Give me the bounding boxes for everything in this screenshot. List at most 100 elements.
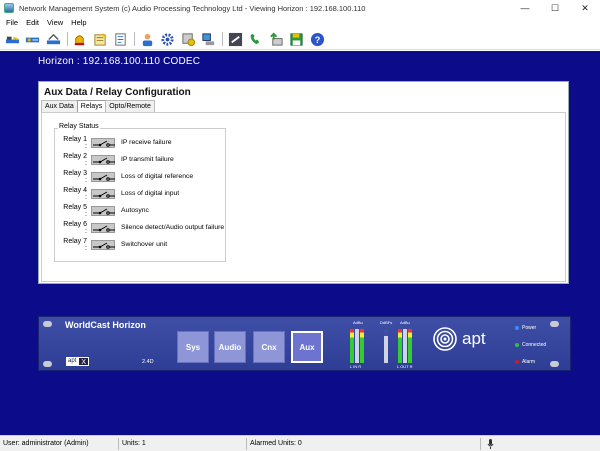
relay-row: Relay 2 : IP transmit failure <box>61 152 174 167</box>
delay-meter <box>384 329 388 363</box>
input-meter-label: AdBu <box>353 320 363 325</box>
apt-logo: apt <box>432 326 486 352</box>
tab-content: Relay Status Relay 1 : IP receive failure… <box>41 112 566 282</box>
relay-switch-icon[interactable] <box>91 137 115 148</box>
scan-icon[interactable] <box>45 31 61 47</box>
output-meter-right <box>408 329 412 363</box>
phone-icon[interactable] <box>248 31 264 47</box>
screw <box>550 321 559 327</box>
device-button-sys[interactable]: Sys <box>177 331 209 363</box>
output-meter-mid <box>403 329 407 363</box>
save-icon[interactable] <box>289 31 305 47</box>
device-version: 2.4D <box>142 359 154 365</box>
group-label: Relay Status <box>58 123 100 130</box>
screw <box>43 321 52 327</box>
relay-description: Silence detect/Audio output failure <box>121 224 225 231</box>
aptx-logo-x: X <box>78 357 90 366</box>
relay-name: Relay 6 : <box>63 220 87 235</box>
tab-strip: Aux Data Relays Opto/Remote <box>41 100 155 113</box>
relay-row: Relay 7 : Switchover unit <box>61 237 168 252</box>
relay-description: Switchover unit <box>121 241 168 248</box>
relay-switch-icon[interactable] <box>91 205 115 216</box>
device-list-icon[interactable] <box>25 31 41 47</box>
delay-meter-label: DdBFs <box>380 320 393 325</box>
help-icon[interactable]: ? <box>309 31 325 47</box>
aptx-logo: apt X <box>66 357 90 366</box>
device-header: Horizon : 192.168.100.110 CODEC <box>38 56 201 67</box>
output-meter-left <box>398 329 402 363</box>
screw <box>550 361 559 367</box>
input-meter-mid <box>355 329 359 363</box>
power-label: Power <box>522 325 537 331</box>
maximize-button[interactable]: ☐ <box>540 0 570 16</box>
device-button-audio[interactable]: Audio <box>214 331 246 363</box>
panel-title: Aux Data / Relay Configuration <box>44 87 191 98</box>
apt-logo-text: apt <box>462 329 486 348</box>
main-area: Horizon : 192.168.100.110 CODEC Aux Data… <box>0 51 600 435</box>
relay-switch-icon[interactable] <box>91 239 115 250</box>
menu-edit[interactable]: Edit <box>26 18 39 27</box>
relay-status-group: Relay Status Relay 1 : IP receive failure… <box>54 123 226 262</box>
alarm-log-icon[interactable] <box>92 31 108 47</box>
toolbar-separator <box>222 32 223 46</box>
relay-switch-icon[interactable] <box>91 154 115 165</box>
relay-row: Relay 5 : Autosync <box>61 203 149 218</box>
menu-file[interactable]: File <box>6 18 18 27</box>
relay-row: Relay 1 : IP receive failure <box>61 136 172 150</box>
relay-name: Relay 4 : <box>63 186 87 201</box>
menu-view[interactable]: View <box>47 18 63 27</box>
relay-name: Relay 5 : <box>63 203 87 218</box>
relay-switch-icon[interactable] <box>91 188 115 199</box>
transfer-icon[interactable] <box>227 31 243 47</box>
relay-name: Relay 2 : <box>63 152 87 167</box>
connected-label: Connected <box>522 342 547 348</box>
app-icon <box>4 3 14 13</box>
relay-description: Loss of digital reference <box>121 173 194 180</box>
settings-gear-icon[interactable] <box>160 31 176 47</box>
toolbar-separator <box>134 32 135 46</box>
device-button-cnx[interactable]: Cnx <box>253 331 285 363</box>
device-front-panel: WorldCast Horizon apt X 2.4D Sys Audio C… <box>38 316 571 371</box>
device-icon[interactable] <box>201 31 217 47</box>
input-lr-label: L IN R <box>350 364 362 369</box>
status-bar: User: administrator (Admin) Units: 1 Ala… <box>0 435 600 451</box>
relay-description: Loss of digital input <box>121 190 180 197</box>
user-icon[interactable] <box>139 31 155 47</box>
alarm-bell-icon[interactable] <box>72 31 88 47</box>
report-icon[interactable] <box>113 31 129 47</box>
input-meter-left <box>350 329 354 363</box>
minimize-button[interactable]: — <box>510 0 540 16</box>
relay-description: IP transmit failure <box>121 156 174 163</box>
status-alarmed: Alarmed Units: 0 <box>250 440 302 447</box>
relay-description: IP receive failure <box>121 139 172 146</box>
relay-switch-icon[interactable] <box>91 222 115 233</box>
network-view-icon[interactable] <box>4 31 20 47</box>
tab-opto-remote[interactable]: Opto/Remote <box>105 100 155 112</box>
aptx-logo-text: apt <box>66 357 79 366</box>
apt-waves-icon <box>433 327 457 351</box>
device-button-aux[interactable]: Aux <box>291 331 323 363</box>
menu-bar: File Edit View Help <box>0 16 600 29</box>
output-meter-label: AdBu <box>400 320 410 325</box>
menu-help[interactable]: Help <box>71 18 86 27</box>
configure-icon[interactable] <box>180 31 196 47</box>
toolbar: ? <box>0 29 600 50</box>
status-separator <box>246 438 247 450</box>
close-button[interactable]: ✕ <box>570 0 600 16</box>
window-title: Network Management System (c) Audio Proc… <box>19 3 366 13</box>
tab-aux-data[interactable]: Aux Data <box>41 100 78 112</box>
status-separator <box>480 438 481 450</box>
relay-switch-icon[interactable] <box>91 171 115 182</box>
relay-name: Relay 3 : <box>63 169 87 184</box>
connected-led <box>515 343 519 347</box>
firmware-upload-icon[interactable] <box>268 31 284 47</box>
relay-name: Relay 7 : <box>63 237 87 252</box>
status-user: User: administrator (Admin) <box>3 440 89 447</box>
relay-row: Relay 6 : Silence detect/Audio output fai… <box>61 220 225 235</box>
microphone-icon <box>487 439 494 449</box>
svg-text:?: ? <box>314 34 320 44</box>
relay-row: Relay 3 : Loss of digital reference <box>61 169 194 184</box>
output-lr-label: L OUT R <box>397 364 413 369</box>
title-bar: Network Management System (c) Audio Proc… <box>0 0 600 16</box>
power-led <box>515 326 519 330</box>
